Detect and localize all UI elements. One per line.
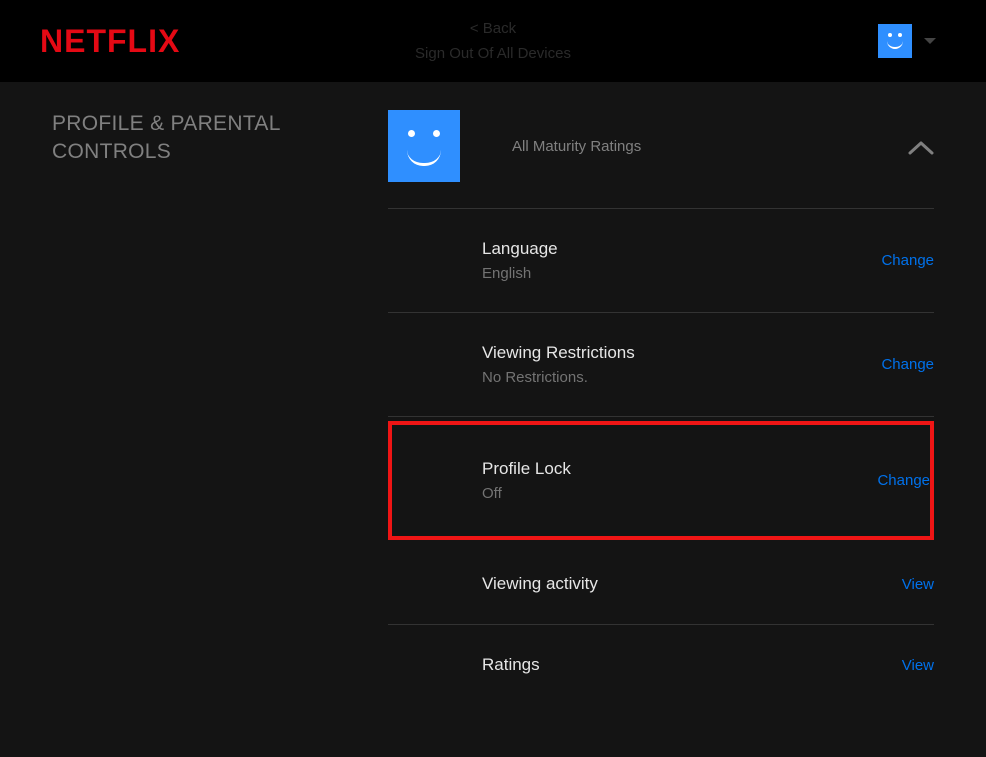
change-link-profile-lock[interactable]: Change xyxy=(877,472,930,489)
change-link-viewing-restrictions[interactable]: Change xyxy=(881,356,934,373)
setting-value-viewing-restrictions: No Restrictions. xyxy=(482,369,635,386)
main-panel: All Maturity Ratings Language English Ch… xyxy=(388,82,986,757)
view-link-ratings[interactable]: View xyxy=(902,657,934,674)
sidebar: PROFILE & PARENTAL CONTROLS xyxy=(0,82,388,757)
smiley-avatar-icon xyxy=(878,24,912,58)
app-header: NETFLIX < Back Sign Out Of All Devices xyxy=(0,0,986,82)
header-faded-line1: < Back xyxy=(415,16,571,42)
chevron-up-icon[interactable] xyxy=(908,140,934,156)
setting-row-viewing-restrictions: Viewing Restrictions No Restrictions. Ch… xyxy=(388,313,934,417)
header-faded-line2: Sign Out Of All Devices xyxy=(415,41,571,67)
setting-value-language: English xyxy=(482,265,558,282)
setting-title-profile-lock: Profile Lock xyxy=(482,459,571,479)
header-profile-menu[interactable] xyxy=(878,24,936,58)
setting-title-ratings: Ratings xyxy=(482,655,540,675)
setting-title-viewing-activity: Viewing activity xyxy=(482,574,598,594)
setting-row-ratings: Ratings View xyxy=(388,625,934,705)
setting-value-profile-lock: Off xyxy=(482,485,571,502)
maturity-rating: All Maturity Ratings xyxy=(512,138,641,155)
header-faded-text: < Back Sign Out Of All Devices xyxy=(415,16,571,67)
view-link-viewing-activity[interactable]: View xyxy=(902,576,934,593)
setting-title-viewing-restrictions: Viewing Restrictions xyxy=(482,343,635,363)
profile-header[interactable]: All Maturity Ratings xyxy=(388,110,934,209)
netflix-logo[interactable]: NETFLIX xyxy=(40,23,180,60)
smiley-avatar-icon xyxy=(388,110,460,182)
setting-row-language: Language English Change xyxy=(388,209,934,313)
setting-row-profile-lock: Profile Lock Off Change xyxy=(392,425,930,536)
setting-title-language: Language xyxy=(482,239,558,259)
setting-row-viewing-activity: Viewing activity View xyxy=(388,544,934,625)
caret-down-icon xyxy=(924,38,936,44)
page-title: PROFILE & PARENTAL CONTROLS xyxy=(52,110,388,167)
content-area: PROFILE & PARENTAL CONTROLS All Maturity… xyxy=(0,82,986,757)
change-link-language[interactable]: Change xyxy=(881,252,934,269)
highlight-box: Profile Lock Off Change xyxy=(388,421,934,540)
